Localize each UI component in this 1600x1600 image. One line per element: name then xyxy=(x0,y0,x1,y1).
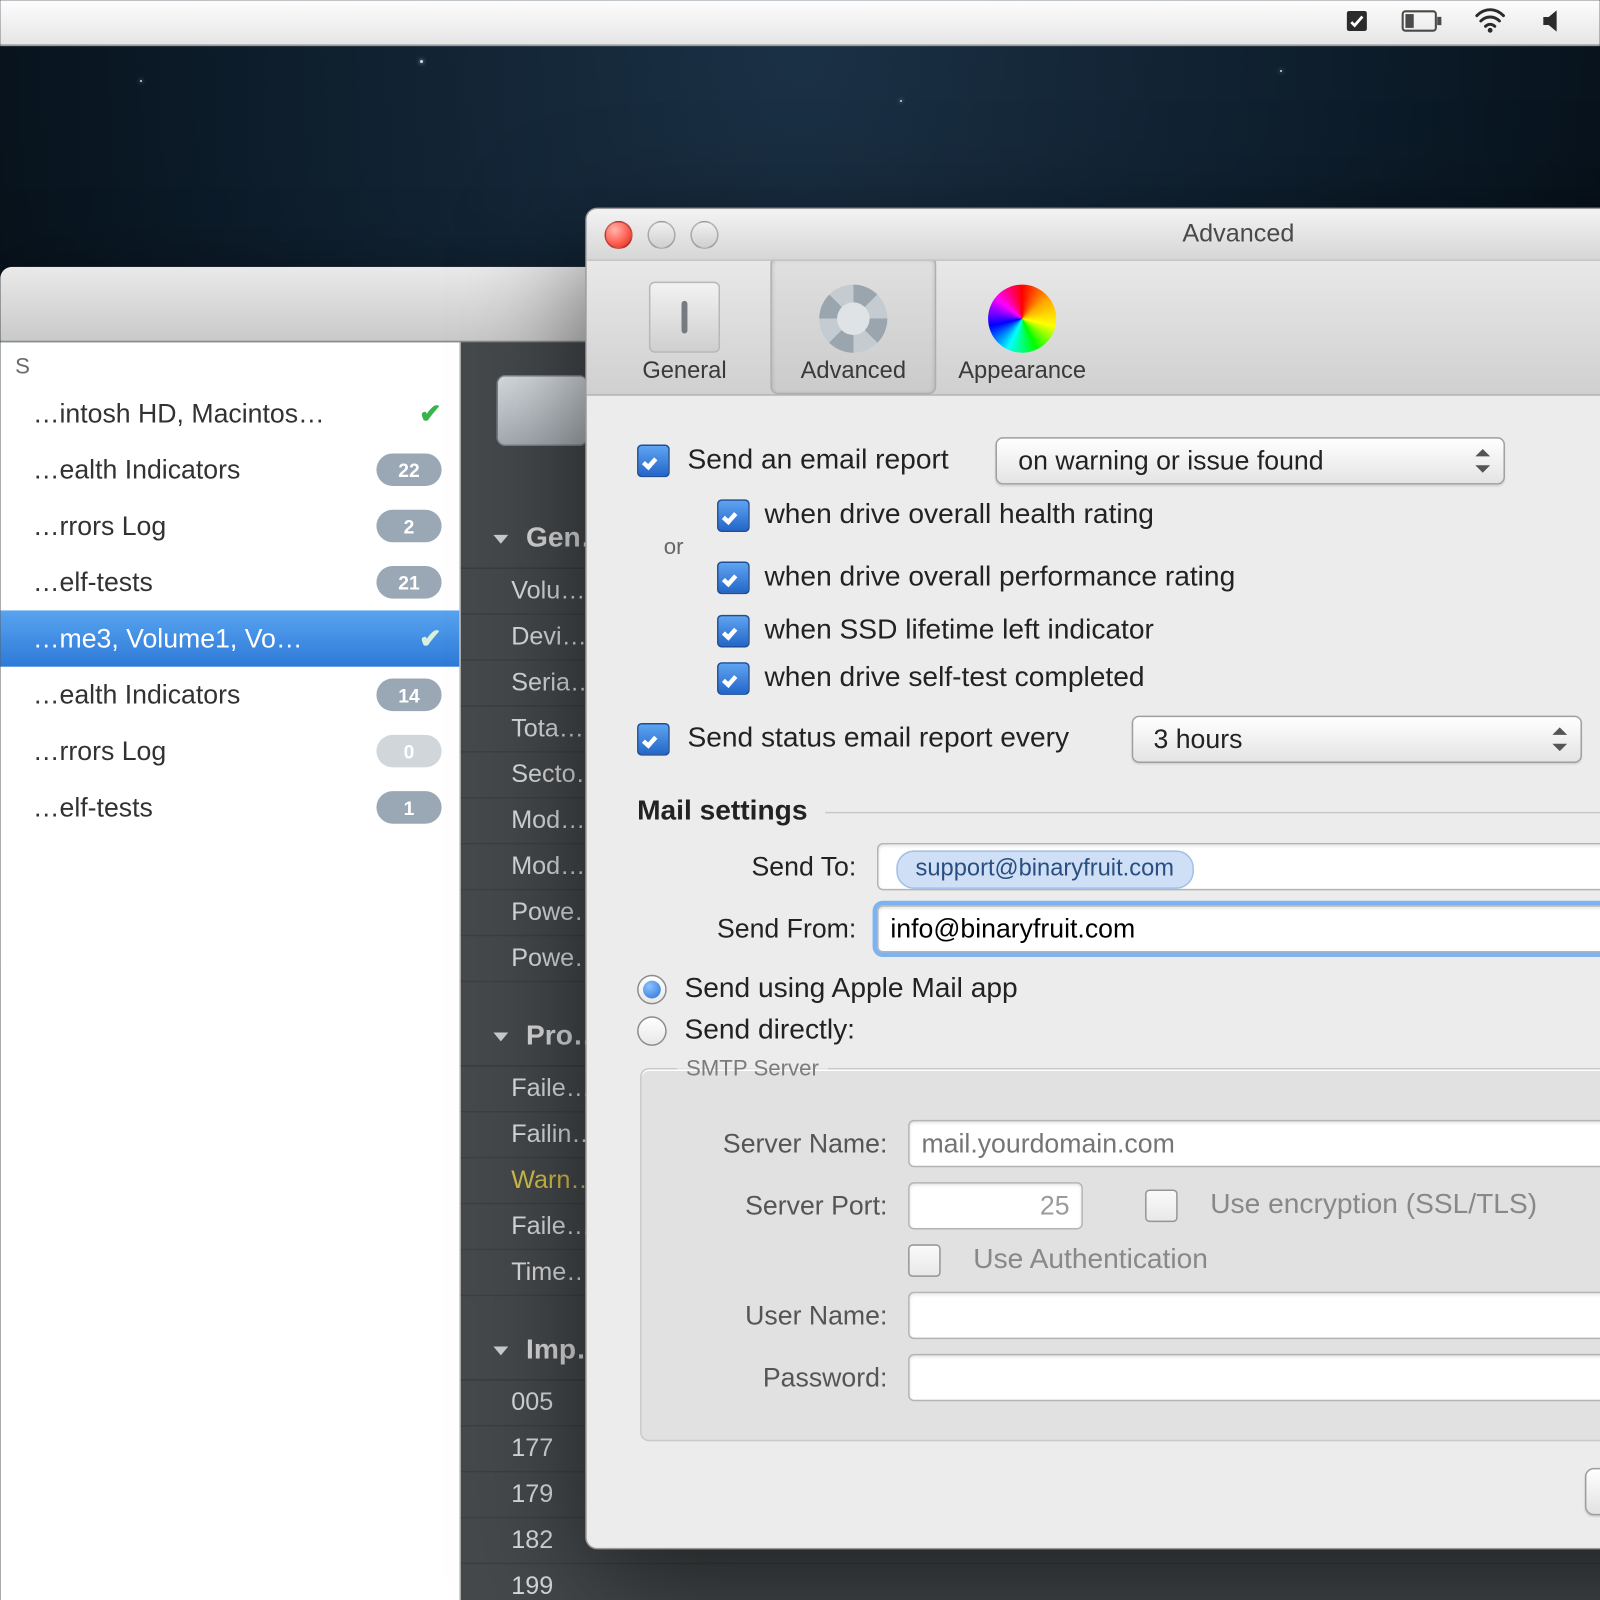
sidebar-item-errors[interactable]: …rrors Log2 xyxy=(0,498,459,554)
battery-icon[interactable] xyxy=(1401,7,1442,38)
minimize-button[interactable] xyxy=(647,221,675,249)
cond-ssd-checkbox[interactable] xyxy=(717,615,750,648)
sidebar-item-selftests[interactable]: …elf-tests21 xyxy=(0,554,459,610)
send-report-checkbox[interactable] xyxy=(637,445,670,478)
wifi-icon[interactable] xyxy=(1472,7,1508,38)
drive-icon xyxy=(496,375,588,446)
preferences-window: Advanced General Advanced Appearance Sen… xyxy=(585,208,1600,1550)
smtp-legend: SMTP Server xyxy=(677,1056,828,1081)
check-icon: ✔ xyxy=(419,398,441,429)
close-button[interactable] xyxy=(605,221,633,249)
send-to-field[interactable]: support@binaryfruit.com xyxy=(877,843,1600,890)
sidebar-item-drive[interactable]: …me3, Volume1, Vo…✔ xyxy=(0,610,459,666)
menu-extra-icon[interactable] xyxy=(1342,7,1372,38)
ssl-checkbox[interactable] xyxy=(1145,1190,1178,1223)
prefs-titlebar[interactable]: Advanced xyxy=(587,209,1600,261)
smtp-group: SMTP Server Server Name: Server Port:Use… xyxy=(640,1056,1600,1441)
menubar xyxy=(0,0,1599,46)
smtp-user-field[interactable] xyxy=(908,1292,1600,1339)
auth-checkbox[interactable] xyxy=(908,1244,941,1277)
cond-health-checkbox[interactable] xyxy=(717,499,750,532)
radio-label: Send directly: xyxy=(684,1015,855,1048)
color-wheel-icon xyxy=(988,285,1056,353)
count-badge: 2 xyxy=(376,510,441,543)
send-to-label: Send To: xyxy=(637,851,856,882)
attr-row: 199 xyxy=(461,1564,1600,1600)
drive-sidebar: S …intosh HD, Macintos…✔ …ealth Indicato… xyxy=(0,342,461,1600)
traffic-lights xyxy=(605,221,719,249)
sidebar-item-drive[interactable]: …intosh HD, Macintos…✔ xyxy=(0,385,459,441)
window-title: Advanced xyxy=(1182,219,1294,249)
or-label: or xyxy=(664,534,684,559)
send-report-label: Send an email report xyxy=(687,445,948,478)
send-apple-mail-radio[interactable] xyxy=(637,975,667,1005)
count-badge: 21 xyxy=(376,566,441,599)
tab-general[interactable]: General xyxy=(602,256,768,394)
count-badge: 14 xyxy=(376,679,441,712)
cond-label: when drive overall performance rating xyxy=(764,562,1600,595)
smtp-port-field[interactable] xyxy=(908,1182,1083,1229)
tab-appearance[interactable]: Appearance xyxy=(939,256,1105,394)
sidebar-item-health[interactable]: …ealth Indicators14 xyxy=(0,667,459,723)
smtp-server-field[interactable] xyxy=(908,1120,1600,1167)
status-every-checkbox[interactable] xyxy=(637,723,670,756)
smtp-password-field[interactable] xyxy=(908,1354,1600,1401)
auth-label: Use Authentication xyxy=(973,1244,1208,1277)
recipient-token[interactable]: support@binaryfruit.com xyxy=(896,850,1193,889)
mail-settings-head: Mail settings xyxy=(637,796,1600,829)
radio-label: Send using Apple Mail app xyxy=(684,973,1017,1006)
general-icon xyxy=(649,282,720,353)
cond-label: when drive self-test completed xyxy=(764,662,1144,695)
report-trigger-select[interactable]: on warning or issue found xyxy=(996,437,1505,484)
send-from-field[interactable] xyxy=(877,905,1600,952)
sidebar-item-health[interactable]: …ealth Indicators22 xyxy=(0,442,459,498)
count-badge: 0 xyxy=(376,735,441,768)
count-badge: 22 xyxy=(376,453,441,486)
count-badge: 1 xyxy=(376,791,441,824)
send-directly-radio[interactable] xyxy=(637,1016,667,1046)
cond-selftest-checkbox[interactable] xyxy=(717,662,750,695)
status-every-label: Send status email report every xyxy=(687,723,1069,756)
check-icon: ✔ xyxy=(419,623,441,654)
cond-label: when drive overall health rating xyxy=(764,499,1600,532)
prefs-toolbar: General Advanced Appearance xyxy=(587,261,1600,396)
sidebar-item-errors[interactable]: …rrors Log0 xyxy=(0,723,459,779)
cond-label: when SSD lifetime left indicator xyxy=(764,615,1600,648)
gear-icon xyxy=(819,285,887,353)
zoom-button[interactable] xyxy=(690,221,718,249)
status-interval-select[interactable]: 3 hours xyxy=(1131,716,1581,763)
send-from-label: Send From: xyxy=(637,913,856,944)
sidebar-item-selftests[interactable]: …elf-tests1 xyxy=(0,779,459,835)
tab-advanced[interactable]: Advanced xyxy=(770,256,936,394)
cond-performance-checkbox[interactable] xyxy=(717,562,750,595)
sidebar-group-head: S xyxy=(0,342,459,385)
ssl-label: Use encryption (SSL/TLS) xyxy=(1210,1190,1537,1223)
send-test-email-button[interactable]: Send Test Email xyxy=(1585,1468,1600,1515)
volume-icon[interactable] xyxy=(1538,7,1574,38)
